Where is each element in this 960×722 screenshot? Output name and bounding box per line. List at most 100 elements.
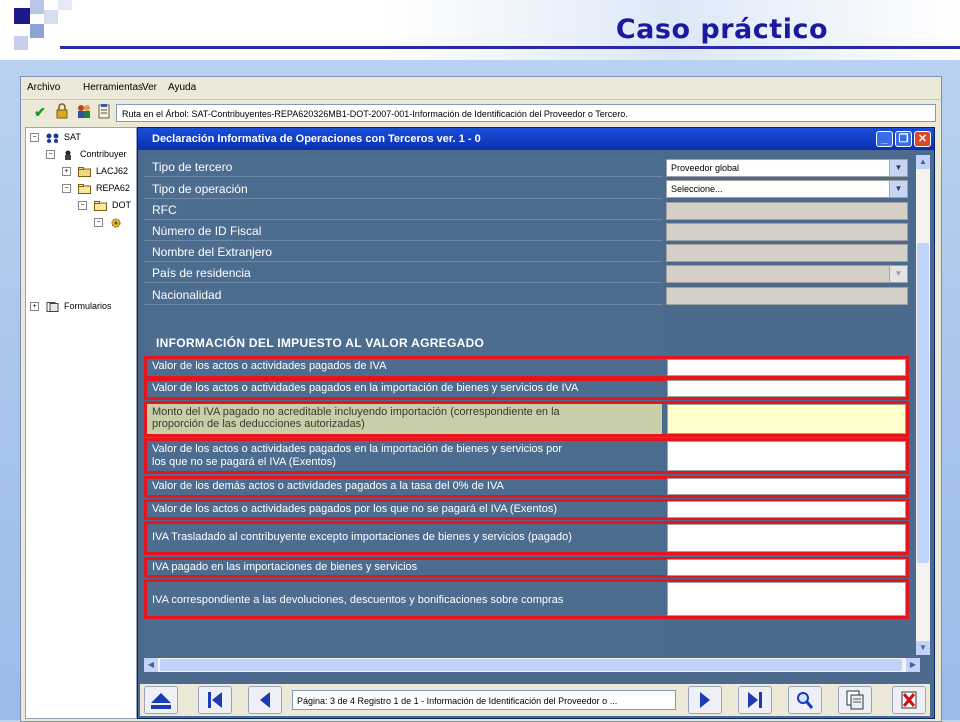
iva-input-3[interactable] bbox=[667, 404, 906, 434]
iva-label: proporción de las deducciones autorizada… bbox=[152, 418, 365, 430]
deco-square bbox=[14, 36, 28, 50]
last-icon bbox=[748, 692, 762, 708]
dialog-title: Declaración Informativa de Operaciones c… bbox=[152, 133, 481, 145]
field-label: Tipo de operación bbox=[152, 182, 248, 196]
tree-node-document[interactable]: − bbox=[94, 217, 126, 228]
field-label: Número de ID Fiscal bbox=[152, 224, 262, 238]
iva-label: Valor de los actos o actividades pagados… bbox=[152, 360, 387, 372]
tree-label: Formularios bbox=[64, 301, 112, 311]
id-fiscal-field[interactable] bbox=[666, 223, 908, 241]
deco-square bbox=[30, 24, 44, 38]
scroll-left-icon[interactable]: ◀ bbox=[144, 658, 158, 672]
scroll-thumb[interactable] bbox=[160, 659, 902, 671]
iva-input-6[interactable] bbox=[667, 501, 906, 518]
dialog-title-bar: Declaración Informativa de Operaciones c… bbox=[138, 128, 934, 150]
tree-label: LACJ62 bbox=[96, 166, 129, 176]
iva-section-title: INFORMACIÓN DEL IMPUESTO AL VALOR AGREGA… bbox=[156, 336, 485, 350]
slide-title: Caso práctico bbox=[615, 14, 828, 45]
iva-label: IVA correspondiente a las devoluciones, … bbox=[152, 594, 564, 606]
tree-node-lacj[interactable]: + LACJ62 bbox=[62, 166, 128, 177]
menu-archivo[interactable]: Archivo bbox=[27, 82, 60, 93]
iva-input-1[interactable] bbox=[667, 359, 906, 376]
navigation-tree: − SAT − Contribuyer + LACJ62 − REPA62 − … bbox=[25, 127, 137, 719]
clipboard-icon[interactable] bbox=[95, 103, 113, 121]
record-navigation-bar: Página: 3 de 4 Registro 1 de 1 - Informa… bbox=[140, 684, 930, 716]
iva-label: Valor de los demás actos o actividades p… bbox=[152, 480, 504, 492]
menu-herramientas[interactable]: Herramientas bbox=[83, 82, 143, 93]
tree-node-sat[interactable]: − SAT bbox=[30, 132, 81, 143]
tree-label: SAT bbox=[64, 132, 81, 142]
nacionalidad-field[interactable] bbox=[666, 287, 908, 305]
field-label: Nombre del Extranjero bbox=[152, 245, 273, 259]
tree-node-dot[interactable]: − DOT bbox=[78, 200, 131, 211]
iva-input-2[interactable] bbox=[667, 380, 906, 397]
eject-icon bbox=[151, 693, 171, 709]
copy-icon bbox=[846, 690, 864, 710]
tipo-operacion-select[interactable]: Seleccione... ▼ bbox=[666, 180, 908, 198]
slide-header: Caso práctico bbox=[0, 0, 960, 60]
next-icon bbox=[700, 692, 710, 708]
check-icon[interactable]: ✔ bbox=[31, 103, 49, 121]
chevron-down-icon[interactable]: ▼ bbox=[889, 160, 907, 176]
search-button[interactable] bbox=[788, 686, 822, 714]
users-icon[interactable] bbox=[75, 103, 93, 121]
close-icon[interactable]: ✕ bbox=[914, 131, 931, 147]
eject-button[interactable] bbox=[144, 686, 178, 714]
deco-square bbox=[44, 10, 58, 24]
last-record-button[interactable] bbox=[738, 686, 772, 714]
tree-node-formularios[interactable]: + Formularios bbox=[30, 301, 112, 312]
nombre-extranjero-field[interactable] bbox=[666, 244, 908, 262]
iva-label: Valor de los actos o actividades pagados… bbox=[152, 443, 563, 455]
iva-input-5[interactable] bbox=[667, 478, 906, 495]
rfc-field[interactable] bbox=[666, 202, 908, 220]
menu-ver[interactable]: Ver bbox=[142, 82, 157, 93]
iva-label: Valor de los actos o actividades pagados… bbox=[152, 382, 579, 394]
form-area: Tipo de tercero Proveedor global ▼ Tipo … bbox=[144, 155, 930, 655]
minimize-icon[interactable]: _ bbox=[876, 131, 893, 147]
toolbar: ✔ Ruta en el Árbol: SAT-Contribuyentes-R… bbox=[21, 99, 941, 128]
next-record-button[interactable] bbox=[688, 686, 722, 714]
deco-square bbox=[58, 0, 72, 10]
pais-residencia-select[interactable]: ▼ bbox=[666, 265, 908, 283]
scroll-thumb[interactable] bbox=[917, 243, 929, 563]
deco-square bbox=[14, 8, 30, 24]
first-record-button[interactable] bbox=[198, 686, 232, 714]
forms-icon bbox=[46, 301, 59, 312]
restore-icon[interactable]: ❐ bbox=[895, 131, 912, 147]
header-rule bbox=[60, 46, 960, 49]
copy-record-button[interactable] bbox=[838, 686, 872, 714]
folder-open-icon bbox=[93, 200, 107, 211]
first-icon bbox=[208, 692, 222, 708]
tree-label: Contribuyer bbox=[80, 149, 127, 159]
delete-icon bbox=[901, 691, 917, 709]
iva-input-9[interactable] bbox=[667, 582, 906, 616]
scroll-down-icon[interactable]: ▼ bbox=[916, 641, 930, 655]
vertical-scrollbar[interactable]: ▲ ▼ bbox=[916, 155, 930, 655]
lock-icon[interactable] bbox=[53, 103, 71, 121]
delete-record-button[interactable] bbox=[892, 686, 926, 714]
record-status: Página: 3 de 4 Registro 1 de 1 - Informa… bbox=[292, 690, 676, 710]
menu-ayuda[interactable]: Ayuda bbox=[168, 82, 196, 93]
chevron-down-icon[interactable]: ▼ bbox=[889, 181, 907, 197]
iva-label: Valor de los actos o actividades pagados… bbox=[152, 503, 558, 515]
iva-input-7[interactable] bbox=[667, 524, 906, 552]
search-icon bbox=[797, 692, 814, 709]
menu-bar: Archivo Herramientas Ver Ayuda bbox=[21, 77, 941, 97]
person-icon bbox=[64, 150, 71, 160]
iva-label: Monto del IVA pagado no acreditable incl… bbox=[152, 406, 560, 418]
iva-input-8[interactable] bbox=[667, 559, 906, 576]
previous-record-button[interactable] bbox=[248, 686, 282, 714]
tree-node-repa[interactable]: − REPA62 bbox=[62, 183, 130, 194]
scroll-right-icon[interactable]: ▶ bbox=[906, 658, 920, 672]
iva-label: los que no se pagará el IVA (Exentos) bbox=[152, 456, 336, 468]
iva-label: IVA Trasladado al contribuyente excepto … bbox=[152, 531, 572, 543]
horizontal-scrollbar[interactable]: ◀ ▶ bbox=[144, 658, 920, 672]
scroll-up-icon[interactable]: ▲ bbox=[916, 155, 930, 169]
iva-label: IVA pagado en las importaciones de biene… bbox=[152, 561, 418, 573]
iva-input-4[interactable] bbox=[667, 441, 906, 471]
tipo-tercero-select[interactable]: Proveedor global ▼ bbox=[666, 159, 908, 177]
chevron-down-icon[interactable]: ▼ bbox=[889, 266, 907, 282]
tree-node-contribuyentes[interactable]: − Contribuyer bbox=[46, 149, 127, 160]
field-label: RFC bbox=[152, 203, 177, 217]
form-dialog: Declaración Informativa de Operaciones c… bbox=[137, 127, 935, 719]
